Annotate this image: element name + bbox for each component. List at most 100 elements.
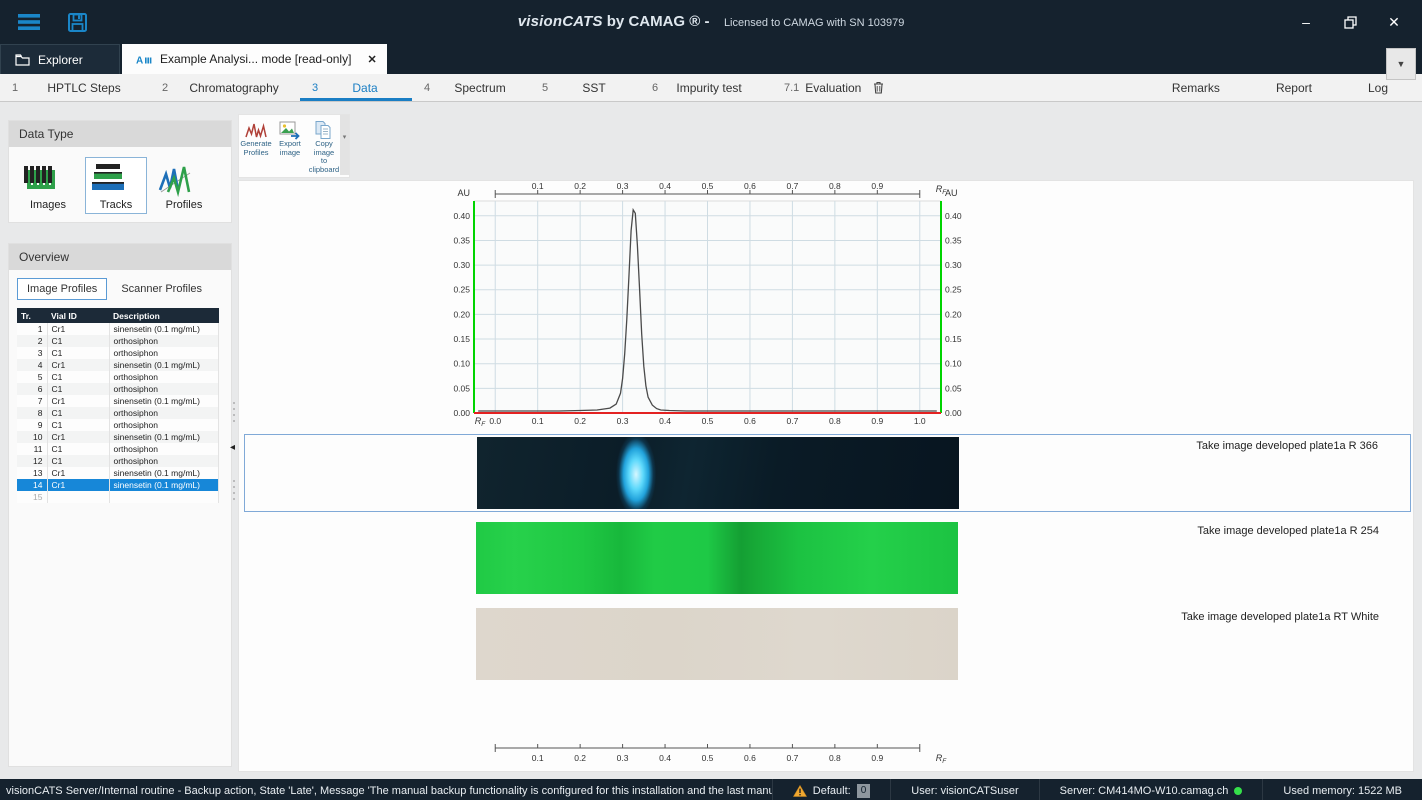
tab-document[interactable]: A Example Analysi... mode [read-only] ✕: [122, 44, 387, 74]
svg-text:RF: RF: [936, 753, 948, 765]
profile-chart: 0.000.000.050.050.100.100.150.150.200.20…: [439, 181, 979, 431]
export-image-button[interactable]: Export image: [273, 115, 307, 177]
table-row[interactable]: 11C1orthosiphon: [17, 443, 219, 455]
step-spectrum[interactable]: 4 Spectrum: [412, 74, 530, 101]
restore-button[interactable]: [1328, 6, 1372, 38]
table-cell: Cr1: [47, 359, 109, 371]
table-row[interactable]: 6C1orthosiphon: [17, 383, 219, 395]
table-row[interactable]: 15: [17, 491, 219, 503]
table-row[interactable]: 7Cr1sinensetin (0.1 mg/mL): [17, 395, 219, 407]
table-cell: 11: [17, 443, 47, 455]
svg-text:0.5: 0.5: [702, 181, 714, 191]
track-image-366[interactable]: [477, 437, 959, 509]
generate-profiles-button[interactable]: Generate Profiles: [239, 115, 273, 177]
table-row[interactable]: 9C1orthosiphon: [17, 419, 219, 431]
svg-text:AU: AU: [457, 188, 470, 198]
tab-overflow-button[interactable]: ▼: [1386, 48, 1416, 80]
table-row[interactable]: 3C1orthosiphon: [17, 347, 219, 359]
tab-close-icon[interactable]: ✕: [367, 53, 376, 66]
table-cell: orthosiphon: [109, 371, 219, 383]
table-row[interactable]: 10Cr1sinensetin (0.1 mg/mL): [17, 431, 219, 443]
copy-image-button[interactable]: Copy image to clipboard: [307, 115, 341, 177]
tab-image-profiles[interactable]: Image Profiles: [17, 278, 107, 300]
tab-scanner-profiles[interactable]: Scanner Profiles: [111, 278, 212, 300]
table-cell: sinensetin (0.1 mg/mL): [109, 467, 219, 479]
copy-clipboard-icon: [312, 120, 336, 140]
track-row-white[interactable]: Take image developed plate1a RT White: [244, 606, 1411, 684]
step-label: SST: [548, 81, 640, 95]
table-cell: 14: [17, 479, 47, 491]
table-row[interactable]: 5C1orthosiphon: [17, 371, 219, 383]
svg-text:0.8: 0.8: [829, 753, 841, 763]
svg-text:0.4: 0.4: [659, 181, 671, 191]
overview-panel: Overview Image Profiles Scanner Profiles…: [8, 243, 232, 767]
link-remarks[interactable]: Remarks: [1172, 81, 1220, 95]
table-row[interactable]: 1Cr1sinensetin (0.1 mg/mL): [17, 323, 219, 335]
step-number: 2: [150, 82, 168, 94]
svg-text:0.10: 0.10: [945, 359, 962, 369]
track-image-254[interactable]: [476, 522, 958, 594]
memory-label: Used memory: 1522 MB: [1283, 785, 1402, 797]
images-icon: [18, 161, 62, 197]
status-default-notifications[interactable]: Default: 0: [772, 779, 890, 800]
step-data-active[interactable]: 3 Data: [300, 74, 412, 101]
default-count-badge: 0: [857, 784, 871, 798]
step-number: 7.1: [772, 82, 799, 94]
svg-text:AU: AU: [945, 188, 958, 198]
link-report[interactable]: Report: [1276, 81, 1312, 95]
svg-text:0.6: 0.6: [744, 753, 756, 763]
col-vial-id: Vial ID: [47, 308, 109, 323]
table-cell: orthosiphon: [109, 419, 219, 431]
track-row-366[interactable]: Take image developed plate1a R 366: [244, 434, 1411, 512]
folder-icon: [15, 54, 30, 66]
table-row[interactable]: 12C1orthosiphon: [17, 455, 219, 467]
data-type-images[interactable]: Images: [17, 157, 79, 214]
menu-icon[interactable]: [16, 9, 42, 35]
table-row[interactable]: 13Cr1sinensetin (0.1 mg/mL): [17, 467, 219, 479]
svg-text:0.15: 0.15: [453, 334, 470, 344]
tab-explorer[interactable]: Explorer: [0, 44, 120, 74]
user-label: User: visionCATSuser: [911, 785, 1018, 797]
link-log[interactable]: Log: [1368, 81, 1388, 95]
col-tr: Tr.: [17, 308, 47, 323]
step-hptlc-steps[interactable]: 1 HPTLC Steps: [0, 74, 150, 101]
close-button[interactable]: ✕: [1372, 6, 1416, 38]
table-cell: 12: [17, 455, 47, 467]
data-type-panel: Data Type: [8, 120, 232, 223]
toolbar-scrollbar[interactable]: ▾: [340, 115, 349, 175]
step-evaluation[interactable]: 7.1 Evaluation: [760, 74, 888, 101]
analysis-icon: A: [136, 54, 152, 65]
trash-icon[interactable]: [873, 81, 884, 94]
status-server: Server: CM414MO-W10.camag.ch: [1039, 779, 1263, 800]
data-type-profiles[interactable]: Profiles: [153, 157, 215, 214]
data-type-tracks[interactable]: Tracks: [85, 157, 147, 214]
step-chromatography[interactable]: 2 Chromatography: [150, 74, 300, 101]
step-bar: 1 HPTLC Steps 2 Chromatography 3 Data 4 …: [0, 74, 1422, 102]
track-image-white[interactable]: [476, 608, 958, 680]
table-cell: C1: [47, 383, 109, 395]
svg-text:0.05: 0.05: [453, 383, 470, 393]
minimize-button[interactable]: –: [1284, 6, 1328, 38]
button-label: Copy image: [307, 140, 341, 157]
col-description: Description: [109, 308, 219, 323]
track-row-254[interactable]: Take image developed plate1a R 254: [244, 520, 1411, 598]
svg-text:0.5: 0.5: [702, 753, 714, 763]
table-row[interactable]: 4Cr1sinensetin (0.1 mg/mL): [17, 359, 219, 371]
svg-text:0.00: 0.00: [453, 408, 470, 418]
application-window: visionCATSby CAMAG ® - Licensed to CAMAG…: [0, 0, 1422, 800]
step-impurity-test[interactable]: 6 Impurity test: [640, 74, 760, 101]
track-label: Take image developed plate1a R 254: [1197, 525, 1379, 537]
tab-explorer-label: Explorer: [38, 53, 83, 67]
save-icon[interactable]: [64, 9, 90, 35]
svg-text:0.2: 0.2: [574, 181, 586, 191]
table-row[interactable]: 14Cr1sinensetin (0.1 mg/mL): [17, 479, 219, 491]
table-cell: 10: [17, 431, 47, 443]
table-row[interactable]: 8C1orthosiphon: [17, 407, 219, 419]
svg-text:A: A: [136, 55, 143, 65]
table-row[interactable]: 2C1orthosiphon: [17, 335, 219, 347]
step-sst[interactable]: 5 SST: [530, 74, 640, 101]
collapse-left-icon[interactable]: ◂: [230, 443, 235, 453]
svg-text:0.7: 0.7: [786, 181, 798, 191]
step-label: Spectrum: [430, 81, 530, 95]
svg-text:0.1: 0.1: [532, 753, 544, 763]
